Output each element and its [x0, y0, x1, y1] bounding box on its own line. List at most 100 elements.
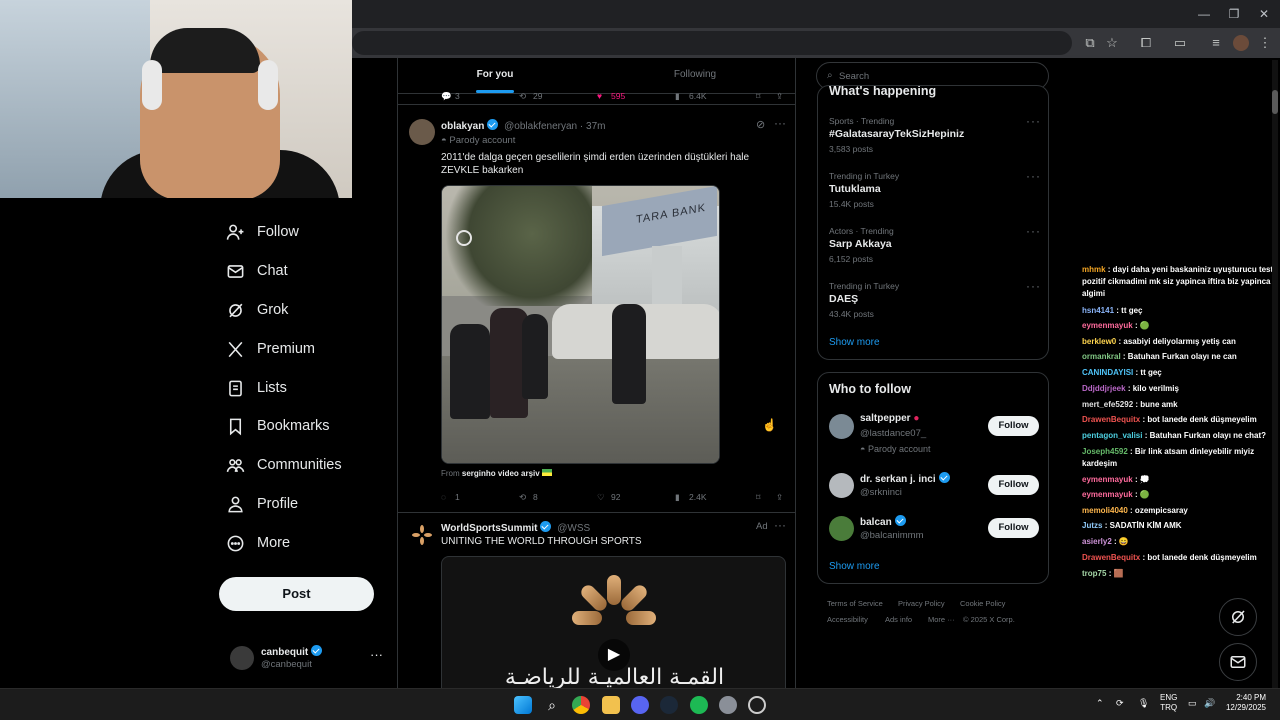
chat-username[interactable]: eymenmayuk	[1082, 490, 1133, 499]
chat-username[interactable]: Ddjddjrjeek	[1082, 384, 1126, 393]
chat-username[interactable]: mhmk	[1082, 265, 1106, 274]
chat-username[interactable]: memoli4040	[1082, 506, 1128, 515]
kebab-menu-icon[interactable]: ⋮	[1257, 35, 1273, 51]
chat-username[interactable]: ormankral	[1082, 352, 1121, 361]
post-button[interactable]: Post	[219, 577, 374, 611]
address-bar[interactable]	[352, 31, 1072, 55]
tab-for-you[interactable]: For you	[456, 69, 534, 80]
repost-icon[interactable]: ⟲	[519, 492, 526, 503]
bookmark-icon[interactable]: ⌑	[756, 91, 760, 102]
post-more-icon[interactable]: ···	[774, 116, 786, 130]
chat-username[interactable]: Joseph4592	[1082, 447, 1128, 456]
nav-grok[interactable]: Grok	[226, 298, 288, 322]
chat-username[interactable]: eymenmayuk	[1082, 321, 1133, 330]
nav-chat[interactable]: Chat	[226, 259, 288, 283]
spotify-icon[interactable]	[690, 696, 708, 714]
sidepanel-icon[interactable]: ▭	[1172, 35, 1188, 51]
avatar[interactable]	[409, 119, 435, 145]
install-icon[interactable]: ⧉	[1082, 35, 1098, 51]
obs-icon[interactable]	[748, 696, 766, 714]
tray-sync-icon[interactable]: ⟳	[1116, 698, 1124, 709]
trend-more-icon[interactable]: ···	[1026, 169, 1041, 183]
avatar[interactable]	[829, 414, 854, 439]
reply-icon[interactable]: 💬	[441, 91, 452, 102]
footer-privacy[interactable]: Privacy Policy	[898, 599, 945, 608]
follow-button[interactable]: Follow	[988, 518, 1039, 538]
extensions-icon[interactable]: ⧠	[1138, 35, 1154, 51]
show-more-link[interactable]: Show more	[829, 561, 880, 572]
wss-logo-icon[interactable]	[412, 525, 432, 545]
post-time[interactable]: 37m	[586, 121, 605, 132]
restore-icon[interactable]: ❐	[1224, 5, 1244, 23]
post-oblakyan[interactable]: oblakyan @oblakfeneryan · 37m ⊘ ··· ◓ Pa…	[398, 105, 795, 515]
chat-username[interactable]: trop75	[1082, 569, 1106, 578]
chat-username[interactable]: DrawenBequitx	[1082, 415, 1140, 424]
post-handle[interactable]: @oblakfeneryan	[504, 121, 577, 132]
footer-ads-info[interactable]: Ads info	[885, 615, 912, 624]
settings-icon[interactable]	[719, 696, 737, 714]
account-more-icon[interactable]: ···	[370, 647, 383, 662]
repost-icon[interactable]: ⟲	[519, 91, 526, 102]
avatar[interactable]	[829, 516, 854, 541]
tab-following[interactable]: Following	[656, 69, 734, 80]
nav-follow[interactable]: Follow	[226, 220, 299, 244]
post-more-icon[interactable]: ···	[774, 518, 786, 532]
share-icon[interactable]: ⇪	[776, 492, 783, 503]
post-author[interactable]: WorldSportsSummit	[441, 523, 537, 534]
microphone-icon[interactable]: 🎙	[1138, 698, 1149, 709]
trend-more-icon[interactable]: ···	[1026, 114, 1041, 128]
nav-communities[interactable]: Communities	[226, 453, 342, 477]
chat-username[interactable]: DrawenBequitx	[1082, 553, 1140, 562]
profile-avatar-icon[interactable]	[1233, 35, 1249, 51]
nav-profile[interactable]: Profile	[226, 492, 298, 516]
video-source[interactable]: From serginho video arşiv	[441, 469, 552, 478]
chat-username[interactable]: Jutzs	[1082, 521, 1102, 530]
chat-username[interactable]: eymenmayuk	[1082, 475, 1133, 484]
nav-lists[interactable]: Lists	[226, 376, 287, 400]
chat-username[interactable]: asierly2	[1082, 537, 1112, 546]
volume-icon[interactable]: 🔊	[1204, 698, 1215, 709]
chrome-icon[interactable]	[572, 696, 590, 714]
nav-premium[interactable]: Premium	[226, 337, 315, 361]
messages-fab[interactable]	[1219, 643, 1257, 681]
grok-fab[interactable]	[1219, 598, 1257, 636]
ad-video[interactable]: ▶ القمـة العالميـة للرياضـة	[441, 556, 786, 688]
follow-button[interactable]: Follow	[988, 416, 1039, 436]
reply-icon[interactable]: ◌	[441, 492, 446, 502]
folder-icon[interactable]	[602, 696, 620, 714]
follow-button[interactable]: Follow	[988, 475, 1039, 495]
steam-icon[interactable]	[660, 696, 678, 714]
network-icon[interactable]: ▭	[1188, 698, 1197, 709]
show-more-link[interactable]: Show more	[829, 337, 880, 348]
scrollbar-thumb[interactable]	[1272, 90, 1278, 114]
avatar[interactable]	[829, 473, 854, 498]
post-author[interactable]: oblakyan	[441, 121, 484, 132]
bookmark-icon[interactable]: ⌑	[756, 492, 760, 503]
footer-more[interactable]: More ···	[928, 615, 955, 624]
like-icon[interactable]: ♡	[597, 492, 605, 503]
post-handle[interactable]: @WSS	[557, 523, 590, 534]
language-indicator[interactable]: ENG TRQ	[1160, 693, 1177, 713]
nav-more[interactable]: More	[226, 531, 290, 555]
scrollbar[interactable]	[1272, 60, 1278, 688]
trend-more-icon[interactable]: ···	[1026, 279, 1041, 293]
close-icon[interactable]: ✕	[1254, 5, 1274, 23]
nav-bookmarks[interactable]: Bookmarks	[226, 414, 330, 438]
post-video[interactable]: TARA BANK	[441, 185, 720, 464]
grok-icon[interactable]: ⊘	[756, 118, 765, 131]
chat-username[interactable]: hsn4141	[1082, 306, 1114, 315]
chat-username[interactable]: berklew0	[1082, 337, 1116, 346]
media-icon[interactable]: ≡	[1208, 35, 1224, 51]
chat-username[interactable]: mert_efe5292	[1082, 400, 1133, 409]
account-switcher[interactable]: canbequit @canbequit ···	[228, 642, 388, 674]
footer-accessibility[interactable]: Accessibility	[827, 615, 868, 624]
footer-cookie[interactable]: Cookie Policy	[960, 599, 1005, 608]
trend-more-icon[interactable]: ···	[1026, 224, 1041, 238]
share-icon[interactable]: ⇪	[776, 91, 783, 102]
clock[interactable]: 2:40 PM 12/29/2025	[1222, 693, 1266, 713]
chat-username[interactable]: pentagon_valisi	[1082, 431, 1142, 440]
tray-chevron-icon[interactable]: ⌃	[1096, 698, 1104, 709]
start-icon[interactable]	[514, 696, 532, 714]
like-icon[interactable]: ♥	[597, 91, 602, 101]
chat-username[interactable]: CANINDAYISI	[1082, 368, 1133, 377]
